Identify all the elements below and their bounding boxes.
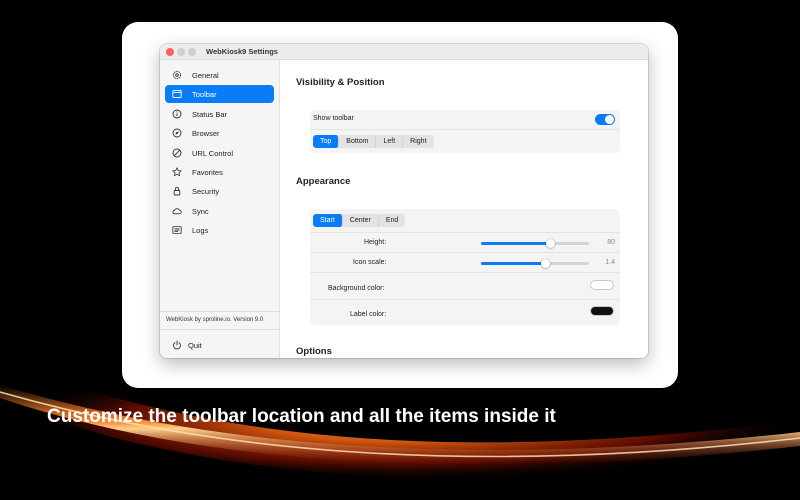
panel-divider (310, 232, 620, 233)
position-segmented-control: Top Bottom Left Right (313, 135, 434, 148)
visibility-panel: Show toolbar Top Bottom Left Right (310, 110, 620, 153)
window-title: WebKiosk9 Settings (206, 47, 278, 56)
sidebar-item-sync[interactable]: Sync (165, 202, 274, 220)
quit-label: Quit (188, 340, 202, 350)
icon-scale-slider-knob[interactable] (541, 259, 551, 268)
info-circle-icon (171, 108, 183, 120)
position-option-left[interactable]: Left (376, 135, 404, 148)
alignment-option-end[interactable]: End (379, 214, 405, 227)
sidebar-item-toolbar[interactable]: Toolbar (165, 85, 274, 103)
sidebar-item-label: Security (192, 186, 220, 196)
label-color-swatch[interactable] (590, 306, 614, 316)
height-slider[interactable] (481, 239, 589, 248)
panel-divider (310, 129, 620, 130)
sidebar-item-url-control[interactable]: URL Control (165, 144, 274, 162)
section-title-visibility: Visibility & Position (296, 77, 385, 88)
sidebar: General Toolbar Status Bar Browser URL C… (160, 60, 280, 358)
list-icon (171, 224, 183, 236)
content-pane: Visibility & Position Show toolbar Top B… (280, 60, 648, 358)
show-toolbar-toggle[interactable] (595, 114, 615, 125)
quit-button[interactable]: Quit (172, 340, 202, 350)
sidebar-divider (160, 329, 279, 330)
star-icon (171, 166, 183, 178)
section-title-appearance: Appearance (296, 176, 351, 187)
icon-scale-label: Icon scale: (353, 259, 387, 266)
sidebar-divider (160, 311, 279, 312)
alignment-option-start[interactable]: Start (313, 214, 343, 227)
sidebar-item-logs[interactable]: Logs (165, 221, 274, 239)
sidebar-item-security[interactable]: Security (165, 182, 274, 200)
sidebar-item-label: Status Bar (192, 109, 228, 119)
position-option-bottom[interactable]: Bottom (339, 135, 377, 148)
alignment-option-center[interactable]: Center (343, 214, 379, 227)
sidebar-item-label: Sync (192, 206, 209, 216)
sidebar-item-browser[interactable]: Browser (165, 124, 274, 142)
gear-icon (171, 69, 183, 81)
height-value: 80 (607, 239, 615, 246)
settings-window: WebKiosk9 Settings General Toolbar Statu… (160, 44, 648, 358)
window-titlebar[interactable]: WebKiosk9 Settings (160, 44, 648, 60)
minimize-window-button[interactable] (177, 48, 185, 56)
appearance-panel: Start Center End Height: 80 Icon scale: … (310, 209, 620, 325)
version-text: WebKiosk by sproline.io. Version 9.0 (166, 317, 264, 323)
icon-scale-slider-fill (481, 262, 546, 265)
maximize-window-button[interactable] (188, 48, 196, 56)
sidebar-item-label: Logs (192, 225, 209, 235)
icon-scale-value: 1.4 (605, 259, 615, 266)
sidebar-item-label: Browser (192, 128, 220, 138)
background-color-label: Background color: (328, 285, 385, 292)
cloud-icon (171, 205, 183, 217)
section-title-options: Options (296, 346, 332, 357)
compass-icon (171, 127, 183, 139)
sidebar-item-label: General (192, 70, 219, 80)
alignment-segmented-control: Start Center End (313, 214, 406, 227)
height-slider-fill (481, 242, 551, 245)
background-color-swatch[interactable] (590, 280, 614, 290)
panel-divider (310, 252, 620, 253)
sidebar-item-favorites[interactable]: Favorites (165, 163, 274, 181)
blocked-circle-icon (171, 147, 183, 159)
power-icon (173, 340, 181, 350)
position-option-right[interactable]: Right (403, 135, 433, 148)
show-toolbar-label: Show toolbar (313, 115, 354, 122)
height-label: Height: (364, 239, 387, 246)
sidebar-item-label: URL Control (192, 148, 233, 158)
marketing-caption: Customize the toolbar location and all t… (47, 406, 556, 427)
position-option-top[interactable]: Top (313, 135, 340, 148)
icon-scale-slider[interactable] (481, 259, 589, 268)
sidebar-item-label: Toolbar (192, 89, 217, 99)
window-icon (171, 88, 183, 100)
sidebar-item-general[interactable]: General (165, 66, 274, 84)
panel-divider (310, 272, 620, 273)
label-color-label: Label color: (350, 311, 387, 318)
panel-divider (310, 299, 620, 300)
close-window-button[interactable] (166, 48, 174, 56)
height-slider-knob[interactable] (545, 239, 555, 248)
sidebar-item-status-bar[interactable]: Status Bar (165, 105, 274, 123)
sidebar-item-label: Favorites (192, 167, 223, 177)
lock-icon (171, 185, 183, 197)
